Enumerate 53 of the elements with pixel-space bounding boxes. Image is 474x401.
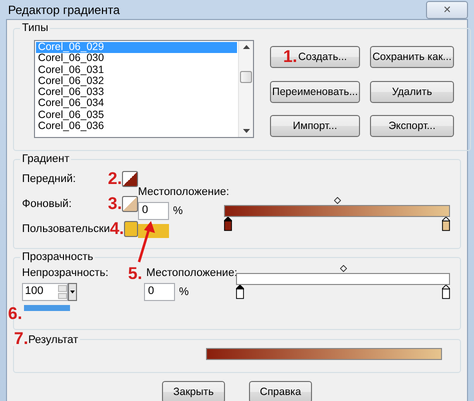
- step-number: 3.: [108, 197, 122, 211]
- color-stop[interactable]: [224, 217, 232, 231]
- list-item[interactable]: Corel_06_032: [36, 76, 237, 88]
- group-label: Прозрачность: [21, 251, 94, 263]
- step-number: 5.: [128, 267, 142, 281]
- location-field[interactable]: 0: [138, 202, 169, 220]
- group-label: Типы: [21, 22, 50, 34]
- field-label: Передний:: [22, 173, 77, 185]
- field-label: Пользовательски: [22, 223, 110, 235]
- scrollbar[interactable]: [238, 41, 253, 137]
- step-number: 2.: [108, 172, 122, 186]
- color-stop[interactable]: [442, 285, 450, 299]
- step-number: 6.: [8, 307, 22, 321]
- dialog-button[interactable]: Переименовать...: [270, 80, 360, 103]
- gradient-list[interactable]: Corel_06_029 Corel_06_030 Corel_06_031 Corel_06_032 Corel_06_033 Corel_06_034 Corel_06_035 Corel_06_036: [34, 40, 254, 138]
- dialog-button[interactable]: Экспорт...: [370, 115, 454, 138]
- location-field[interactable]: 0: [144, 283, 175, 301]
- list-item[interactable]: Corel_06_030: [36, 53, 237, 65]
- window-title: Редактор градиента: [7, 2, 120, 16]
- scroll-down-icon[interactable]: [242, 129, 250, 133]
- dropdown-icon[interactable]: [68, 283, 77, 301]
- field-label: Непрозрачность:: [22, 267, 108, 279]
- dialog-button[interactable]: Сохранить как...: [370, 46, 454, 68]
- unit-label: %: [173, 205, 183, 217]
- list-item[interactable]: Corel_06_031: [36, 64, 237, 76]
- group-label: Градиент: [21, 153, 70, 165]
- step-number: 1.: [283, 50, 298, 64]
- close-button[interactable]: ✕: [426, 1, 468, 19]
- list-item[interactable]: Corel_06_034: [36, 98, 237, 110]
- opacity-field[interactable]: 100: [22, 283, 68, 301]
- group-label: Результат: [28, 334, 78, 346]
- color-stop[interactable]: [236, 285, 244, 299]
- field-label: Фоновый:: [22, 198, 73, 210]
- dialog-button[interactable]: 1.Создать...: [270, 46, 360, 68]
- dialog-button[interactable]: Импорт...: [270, 115, 360, 138]
- list-item[interactable]: Corel_06_036: [36, 121, 237, 132]
- unit-label: %: [179, 286, 189, 298]
- list-item[interactable]: Corel_06_035: [36, 110, 237, 122]
- dialog-button[interactable]: Справка: [249, 381, 312, 401]
- field-label: Местоположение:: [146, 267, 238, 279]
- scroll-thumb[interactable]: [240, 71, 252, 83]
- annotation-arrow: [136, 221, 156, 263]
- field-label: Местоположение:: [138, 186, 230, 198]
- scroll-up-icon[interactable]: [242, 45, 250, 49]
- color-swatch[interactable]: [122, 171, 138, 187]
- step-number: 7.: [14, 332, 28, 346]
- color-stop[interactable]: [442, 217, 450, 231]
- dialog-button[interactable]: Удалить: [370, 80, 454, 103]
- color-swatch[interactable]: [124, 221, 138, 237]
- color-swatch[interactable]: [122, 196, 138, 212]
- step-number: 4.: [110, 222, 124, 236]
- list-item[interactable]: Corel_06_033: [36, 87, 237, 98]
- dialog-button[interactable]: Закрыть: [162, 381, 225, 401]
